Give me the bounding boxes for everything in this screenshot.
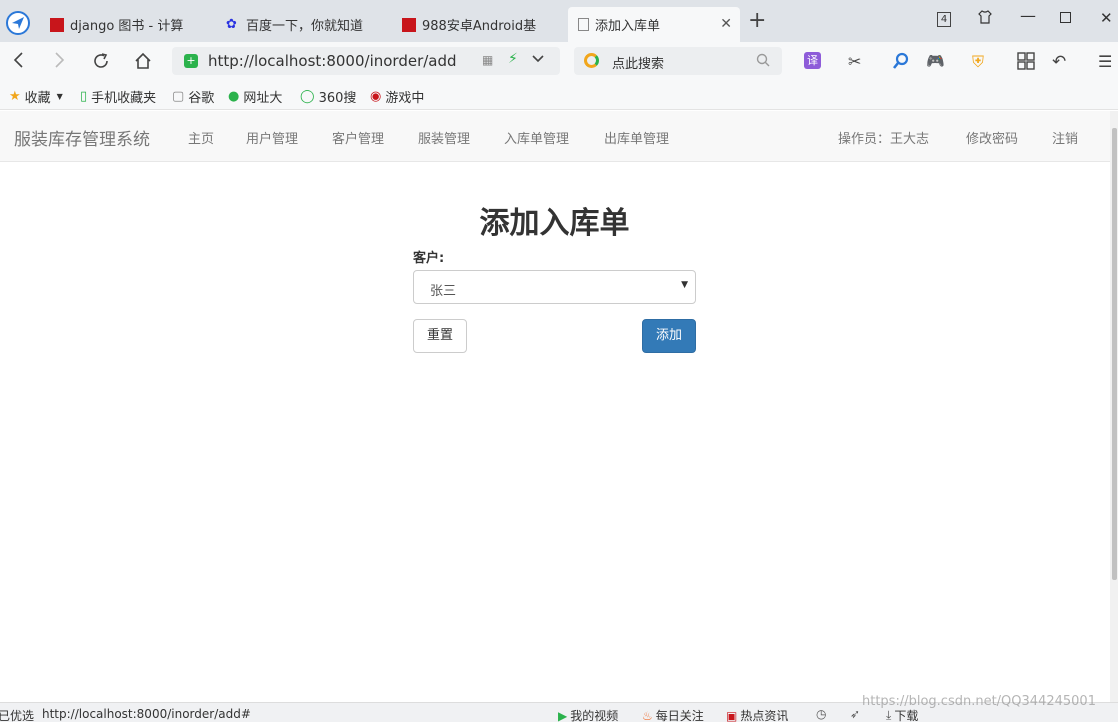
grid-icon[interactable] <box>1017 52 1035 74</box>
select-caret-icon: ▼ <box>681 280 688 290</box>
daily-follow-button[interactable]: ♨ 每日关注 <box>642 707 704 722</box>
status-hover-url: http://localhost:8000/inorder/add# <box>42 707 251 721</box>
nav-customers[interactable]: 客户管理 <box>332 128 384 147</box>
scrollbar-thumb[interactable] <box>1112 128 1117 580</box>
download-icon: ⤓ <box>886 708 892 722</box>
add-button[interactable]: 添加 <box>642 319 696 353</box>
page-title: 添加入库单 <box>479 206 630 241</box>
reload-icon[interactable] <box>92 52 110 75</box>
search-engine-icon <box>584 53 599 68</box>
shirt-icon[interactable] <box>978 10 992 28</box>
nav-outorders[interactable]: 出库单管理 <box>604 128 669 147</box>
bookmark-favorites[interactable]: ★ 收藏 ▼ <box>9 87 63 106</box>
navigate-arrow-icon <box>12 17 24 29</box>
news-icon: ▣ <box>726 708 738 722</box>
page-icon <box>578 18 589 31</box>
magnifier-icon[interactable] <box>892 52 910 74</box>
search-field[interactable]: 点此搜索 <box>574 47 782 75</box>
tab-django[interactable]: django 图书 - 计算 <box>40 7 212 42</box>
red-favicon-icon <box>402 17 416 32</box>
url-text: http://localhost:8000/inorder/add <box>208 52 457 70</box>
tab-count-badge[interactable]: 4 <box>937 12 951 27</box>
page-icon: ▢ <box>172 89 185 104</box>
bookmark-mobile[interactable]: ▯ 手机收藏夹 <box>80 87 156 106</box>
customer-select-value: 张三 <box>430 284 457 299</box>
scissors-icon[interactable]: ✂ <box>848 52 861 71</box>
customer-select[interactable]: 张三 ▼ <box>413 270 696 304</box>
maximize-icon[interactable] <box>1060 12 1071 23</box>
sites-icon: ● <box>228 89 240 104</box>
baidu-paw-icon: ✿ <box>226 16 237 32</box>
reset-button[interactable]: 重置 <box>413 319 467 353</box>
search-placeholder: 点此搜索 <box>612 57 665 72</box>
tab-label: 百度一下，你就知道 <box>246 19 364 34</box>
download-button[interactable]: ⤓ 下载 <box>886 707 918 722</box>
gamepad-icon[interactable]: 🎮 <box>926 52 945 70</box>
my-video-button[interactable]: ▶ 我的视频 <box>558 707 618 722</box>
nav-users[interactable]: 用户管理 <box>246 128 298 147</box>
tab-label: 988安卓Android基 <box>422 19 537 34</box>
hot-news-button[interactable]: ▣ 热点资讯 <box>726 707 788 722</box>
operator-name: 操作员：王大志 <box>838 132 930 147</box>
bookmarks-bar: ★ 收藏 ▼ ▯ 手机收藏夹 ▢ 谷歌 ● 网址大 ◯ 360搜 ◉ 游戏中 <box>0 82 1118 110</box>
customer-label: 客户: <box>413 251 445 266</box>
rocket-icon[interactable]: ➶ <box>850 707 860 721</box>
bookmark-google[interactable]: ▢ 谷歌 <box>172 87 214 106</box>
play-icon: ▶ <box>558 708 568 722</box>
nav-home[interactable]: 主页 <box>188 128 214 147</box>
status-left-text: 已优选 <box>0 709 35 722</box>
menu-icon[interactable]: ☰ <box>1098 52 1112 71</box>
history-icon[interactable]: ◷ <box>816 707 826 721</box>
browser-tab-bar: django 图书 - 计算 ✿ 百度一下，你就知道 988安卓Android基… <box>0 0 1118 42</box>
caret-down-icon: ▼ <box>56 92 63 101</box>
chevron-down-icon[interactable] <box>532 53 544 68</box>
minimize-icon[interactable]: — <box>1020 6 1036 25</box>
change-password-link[interactable]: 修改密码 <box>966 128 1018 147</box>
address-toolbar: + http://localhost:8000/inorder/add ▦ ⚡ … <box>0 42 1118 82</box>
bookmark-sites[interactable]: ● 网址大 <box>228 87 282 106</box>
shield-coin-icon[interactable]: ⛨ <box>972 52 984 72</box>
back-icon[interactable] <box>12 52 24 73</box>
logout-link[interactable]: 注销 <box>1052 128 1078 147</box>
address-field[interactable]: + http://localhost:8000/inorder/add ▦ ⚡ <box>172 47 560 75</box>
lightning-icon[interactable]: ⚡ <box>508 51 518 67</box>
search-360-icon: ◯ <box>300 89 315 104</box>
phone-icon: ▯ <box>80 89 88 104</box>
browser-logo-icon[interactable] <box>6 11 30 35</box>
close-window-icon[interactable]: ✕ <box>1100 9 1113 27</box>
tab-android[interactable]: 988安卓Android基 <box>392 7 562 42</box>
app-navbar: 服装库存管理系统 主页 用户管理 客户管理 服装管理 入库单管理 出库单管理 操… <box>0 111 1110 162</box>
tab-baidu[interactable]: ✿ 百度一下，你就知道 <box>216 7 386 42</box>
translate-icon[interactable]: 译 <box>804 52 821 69</box>
nav-clothes[interactable]: 服装管理 <box>418 128 470 147</box>
tab-close-icon[interactable]: ✕ <box>720 16 732 32</box>
watermark-text: https://blog.csdn.net/QQ344245001 <box>862 694 1096 709</box>
star-icon: ★ <box>9 89 21 104</box>
tab-label: django 图书 - 计算 <box>70 19 184 34</box>
nav-inorders[interactable]: 入库单管理 <box>504 128 569 147</box>
secure-shield-icon: + <box>184 54 198 68</box>
undo-icon[interactable]: ↶ <box>1052 52 1066 72</box>
game-g-icon: ◉ <box>370 89 382 104</box>
bookmark-360[interactable]: ◯ 360搜 <box>300 87 356 106</box>
bookmark-games[interactable]: ◉ 游戏中 <box>370 87 424 106</box>
red-favicon-icon <box>50 17 64 32</box>
home-icon[interactable] <box>134 52 152 75</box>
new-tab-icon[interactable]: + <box>748 10 766 32</box>
brand-title[interactable]: 服装库存管理系统 <box>14 125 150 150</box>
search-icon[interactable] <box>756 53 770 71</box>
qr-code-icon[interactable]: ▦ <box>482 53 493 67</box>
tab-label: 添加入库单 <box>595 19 661 34</box>
flame-icon: ♨ <box>642 708 653 722</box>
forward-icon[interactable] <box>54 52 66 73</box>
tab-add-inorder[interactable]: 添加入库单 ✕ <box>568 7 740 42</box>
